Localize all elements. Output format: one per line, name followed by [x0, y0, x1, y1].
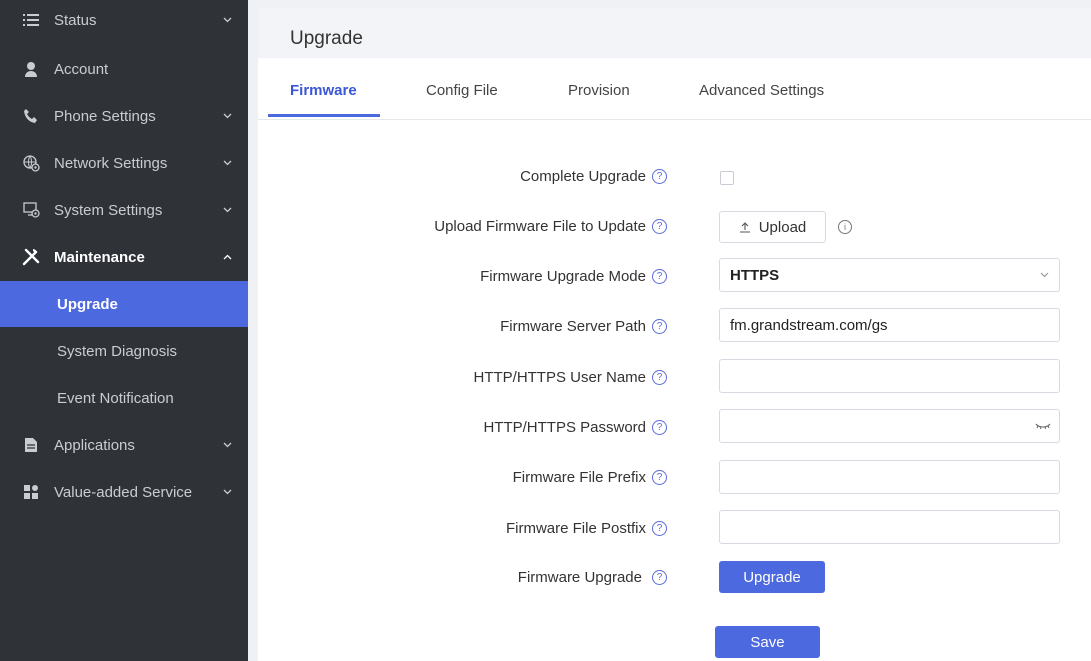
tab-provision[interactable]: Provision: [568, 82, 630, 99]
sidebar-subitem-event-notification[interactable]: Event Notification: [0, 375, 248, 421]
sidebar-item-label: Account: [54, 60, 109, 78]
sidebar-item-phone-settings[interactable]: Phone Settings: [0, 93, 248, 139]
user-name-label: HTTP/HTTPS User Name: [473, 369, 646, 386]
list-icon: [22, 11, 40, 29]
prefix-input[interactable]: [720, 461, 1059, 493]
chevron-down-icon: [222, 205, 232, 215]
sidebar-subitem-label: System Diagnosis: [57, 342, 178, 360]
help-icon[interactable]: ?: [652, 420, 667, 435]
sidebar-subitem-label: Upgrade: [57, 295, 118, 313]
upload-label: Upload Firmware File to Update: [434, 218, 646, 235]
help-icon[interactable]: ?: [652, 370, 667, 385]
sidebar-item-system-settings[interactable]: System Settings: [0, 187, 248, 233]
tab-config-file[interactable]: Config File: [426, 82, 498, 99]
help-icon[interactable]: ?: [652, 521, 667, 536]
sidebar-item-label: Applications: [54, 436, 135, 454]
phone-icon: [22, 107, 40, 125]
firmware-upgrade-label: Firmware Upgrade: [517, 569, 642, 586]
grid-icon: [22, 483, 40, 501]
active-tab-indicator: [268, 114, 380, 117]
eye-closed-icon[interactable]: [1035, 419, 1051, 433]
server-path-row: Firmware Server Path ?: [500, 318, 667, 335]
tab-bar: Firmware Config File Provision Advanced …: [258, 68, 1091, 120]
sidebar-item-applications[interactable]: Applications: [0, 422, 248, 468]
sidebar-subitem-upgrade[interactable]: Upgrade: [0, 281, 248, 327]
help-icon[interactable]: ?: [652, 319, 667, 334]
sidebar-item-label: System Settings: [54, 201, 163, 219]
tab-firmware[interactable]: Firmware: [290, 82, 357, 99]
chevron-up-icon: [222, 252, 232, 262]
help-icon[interactable]: ?: [652, 570, 667, 585]
password-input[interactable]: [720, 410, 1059, 442]
chevron-down-icon: [1040, 270, 1049, 281]
sidebar-item-account[interactable]: Account: [0, 46, 248, 92]
chevron-down-icon: [222, 15, 232, 25]
server-path-label: Firmware Server Path: [500, 318, 646, 335]
sidebar-item-label: Value-added Service: [54, 483, 193, 501]
prefix-label: Firmware File Prefix: [512, 469, 646, 486]
password-row: HTTP/HTTPS Password ?: [483, 419, 667, 436]
upgrade-mode-label: Firmware Upgrade Mode: [480, 268, 646, 285]
sidebar-item-maintenance[interactable]: Maintenance: [0, 234, 248, 280]
page-header: Upgrade: [258, 8, 1091, 58]
person-icon: [22, 60, 40, 78]
sidebar-item-label: Status: [54, 11, 97, 29]
help-icon[interactable]: ?: [652, 169, 667, 184]
network-gear-icon: [22, 154, 40, 172]
save-button[interactable]: Save: [715, 626, 820, 658]
user-name-input[interactable]: [720, 360, 1059, 392]
page-title: Upgrade: [290, 28, 363, 49]
sidebar: Status Account Phone Settings Network Se…: [0, 0, 248, 661]
sidebar-subitem-system-diagnosis[interactable]: System Diagnosis: [0, 328, 248, 374]
main-panel: Upgrade Firmware Config File Provision A…: [258, 8, 1091, 661]
sidebar-item-label: Phone Settings: [54, 107, 156, 125]
sidebar-item-label: Maintenance: [54, 248, 145, 266]
user-name-row: HTTP/HTTPS User Name ?: [473, 369, 667, 386]
postfix-row: Firmware File Postfix ?: [506, 520, 667, 537]
sidebar-item-network-settings[interactable]: Network Settings: [0, 140, 248, 186]
sidebar-subitem-label: Event Notification: [57, 389, 174, 407]
help-icon[interactable]: ?: [652, 219, 667, 234]
postfix-field[interactable]: [719, 510, 1060, 544]
upload-icon: [739, 221, 751, 233]
prefix-field[interactable]: [719, 460, 1060, 494]
sidebar-item-value-added-service[interactable]: Value-added Service: [0, 469, 248, 515]
tools-icon: [22, 248, 40, 266]
upgrade-mode-select[interactable]: HTTPS: [719, 258, 1060, 292]
chevron-down-icon: [222, 158, 232, 168]
postfix-input[interactable]: [720, 511, 1059, 543]
upload-row: Upload Firmware File to Update ?: [434, 218, 667, 235]
chevron-down-icon: [222, 111, 232, 121]
chevron-down-icon: [222, 487, 232, 497]
user-name-field[interactable]: [719, 359, 1060, 393]
sidebar-item-status[interactable]: Status: [0, 0, 248, 40]
monitor-gear-icon: [22, 201, 40, 219]
complete-upgrade-checkbox[interactable]: [720, 171, 734, 185]
help-icon[interactable]: ?: [652, 269, 667, 284]
help-icon[interactable]: ?: [652, 470, 667, 485]
server-path-field[interactable]: [719, 308, 1060, 342]
password-label: HTTP/HTTPS Password: [483, 419, 646, 436]
chevron-down-icon: [222, 440, 232, 450]
sidebar-item-label: Network Settings: [54, 154, 168, 172]
info-icon[interactable]: i: [838, 220, 852, 234]
prefix-row: Firmware File Prefix ?: [513, 469, 667, 486]
document-icon: [22, 436, 40, 454]
upgrade-button[interactable]: Upgrade: [719, 561, 825, 593]
server-path-input[interactable]: [720, 309, 1059, 341]
password-field[interactable]: [719, 409, 1060, 443]
complete-upgrade-label: Complete Upgrade: [520, 168, 646, 185]
upload-button-label: Upload: [758, 218, 807, 236]
upgrade-mode-row: Firmware Upgrade Mode ?: [480, 268, 667, 285]
upload-button[interactable]: Upload: [719, 211, 826, 243]
postfix-label: Firmware File Postfix: [505, 520, 646, 537]
upgrade-mode-value: HTTPS: [730, 266, 780, 284]
tab-advanced-settings[interactable]: Advanced Settings: [699, 82, 824, 99]
firmware-upgrade-row: Firmware Upgrade ?: [518, 569, 667, 586]
complete-upgrade-row: Complete Upgrade ?: [520, 168, 667, 185]
